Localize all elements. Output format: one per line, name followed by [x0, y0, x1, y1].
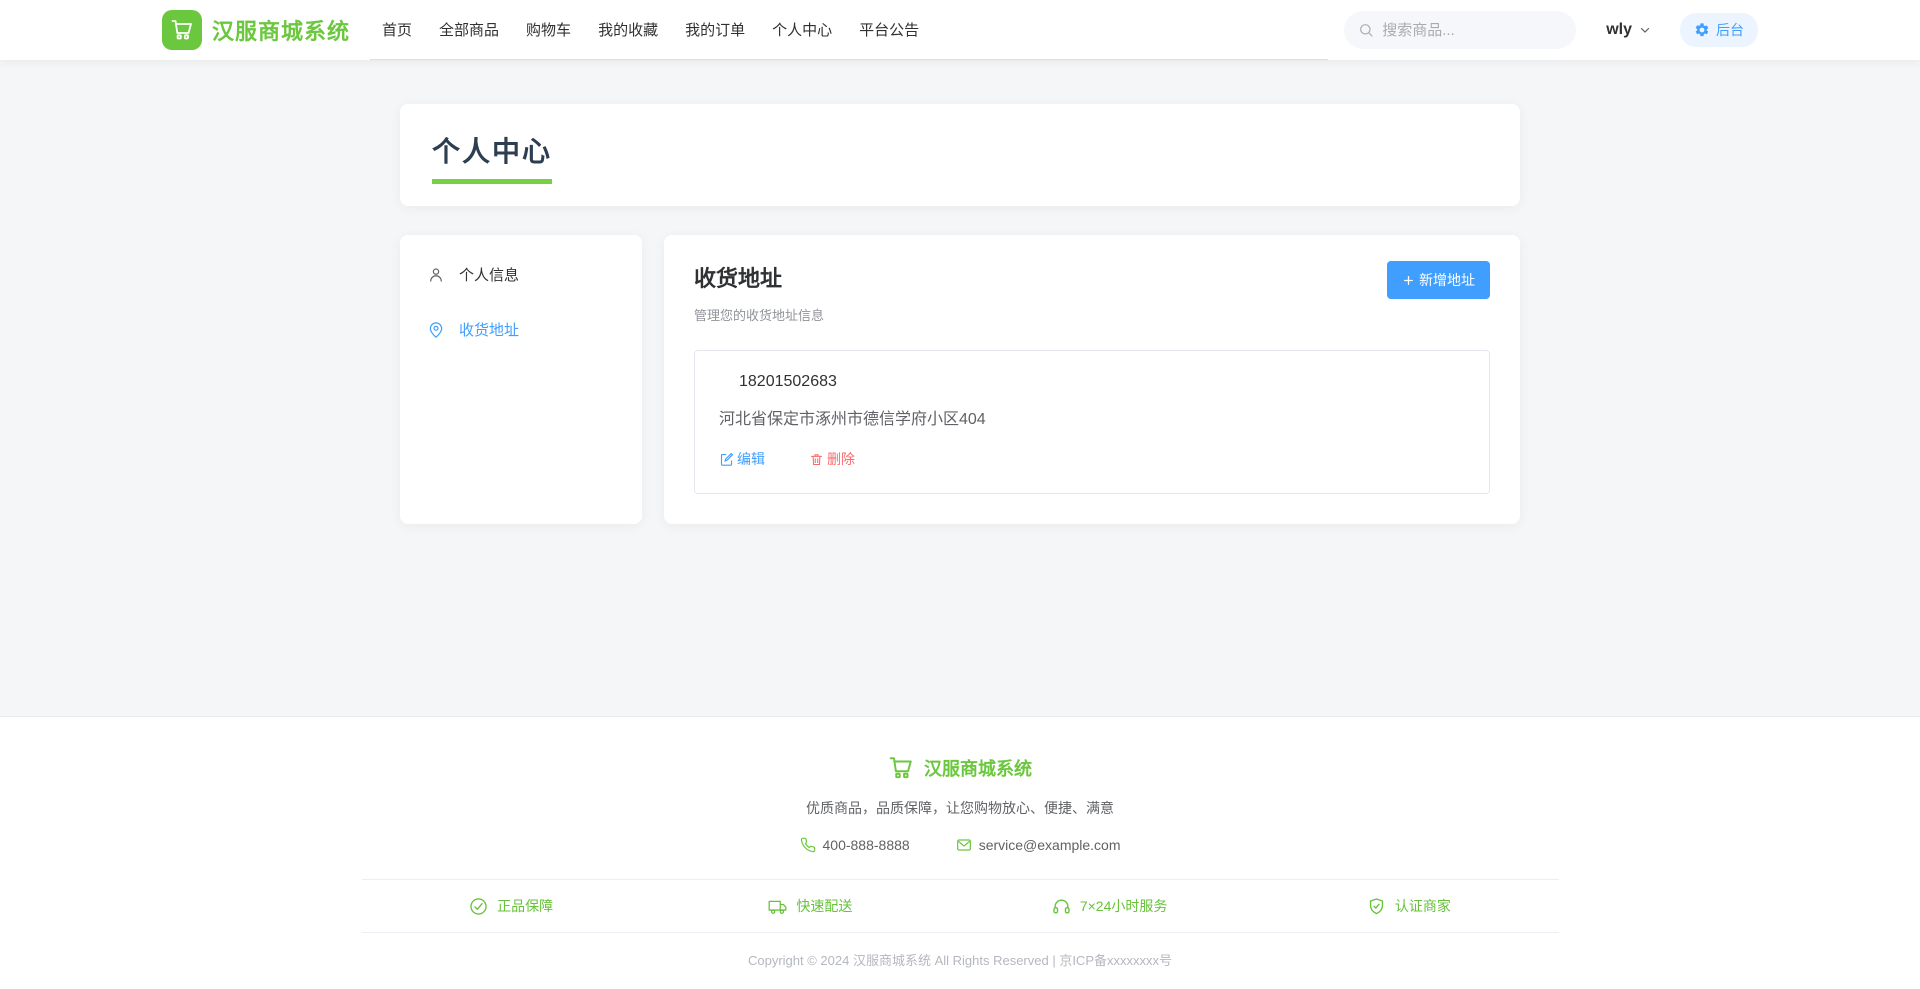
page-title: 个人中心 — [432, 130, 553, 184]
footer-email: service@example.com — [956, 837, 1121, 853]
nav-item-announcements[interactable]: 平台公告 — [859, 19, 919, 40]
profile-sidebar: 个人信息 收货地址 — [400, 235, 642, 524]
admin-button-label: 后台 — [1716, 22, 1744, 38]
delete-address-button[interactable]: 删除 — [809, 449, 855, 469]
user-icon — [430, 267, 442, 282]
location-icon — [429, 321, 443, 338]
feature-authentic: 正品保障 — [362, 896, 661, 916]
feature-label: 快速配送 — [796, 898, 853, 914]
nav-item-profile[interactable]: 个人中心 — [772, 19, 832, 40]
check-circle-icon — [470, 897, 487, 915]
address-card: 18201502683 河北省保定市涿州市德信学府小区404 编辑 删除 — [694, 350, 1490, 494]
sidebar-item-personal-info[interactable]: 个人信息 — [400, 247, 642, 302]
plus-icon — [1404, 275, 1413, 285]
footer-tagline: 优质商品，品质保障，让您购物放心、便捷、满意 — [806, 800, 1114, 816]
footer-inner: 汉服商城系统 优质商品，品质保障，让您购物放心、便捷、满意 400-888-88… — [361, 717, 1559, 989]
nav-item-cart[interactable]: 购物车 — [526, 19, 571, 40]
address-actions: 编辑 删除 — [719, 449, 1465, 469]
feature-label: 正品保障 — [497, 898, 554, 914]
search-icon — [1360, 24, 1373, 37]
brand-title: 汉服商城系统 — [212, 19, 351, 44]
page-body: 个人中心 个人信息 收货地址 收货地址 管理您的收货地址信息 新增地址 1820… — [0, 60, 1920, 716]
footer-email-address: service@example.com — [978, 837, 1121, 853]
copyright-text: Copyright © 2024 汉服商城系统 All Rights Reser… — [747, 953, 1172, 968]
footer-brand-title: 汉服商城系统 — [924, 759, 1032, 779]
feature-label: 7×24小时服务 — [1079, 898, 1168, 914]
sidebar-item-label: 个人信息 — [459, 267, 520, 284]
feature-fast-delivery: 快速配送 — [661, 896, 960, 916]
admin-backend-button[interactable]: 后台 — [1680, 13, 1758, 47]
nav-item-favorites[interactable]: 我的收藏 — [598, 19, 658, 40]
nav-item-orders[interactable]: 我的订单 — [685, 19, 745, 40]
edit-label: 编辑 — [737, 451, 765, 467]
footer-features: 正品保障 快速配送 7×24小时服务 认证商家 — [362, 880, 1559, 932]
sidebar-item-shipping-address[interactable]: 收货地址 — [400, 302, 642, 357]
address-text: 河北省保定市涿州市德信学府小区404 — [719, 411, 986, 428]
address-panel-header: 收货地址 管理您的收货地址信息 新增地址 — [694, 261, 1490, 324]
add-address-button[interactable]: 新增地址 — [1387, 261, 1490, 299]
footer-phone: 400-888-8888 — [800, 837, 910, 853]
mail-icon — [956, 839, 971, 851]
address-section-title: 收货地址 — [694, 266, 783, 291]
address-panel-titles: 收货地址 管理您的收货地址信息 — [694, 261, 824, 324]
search-input[interactable] — [1382, 21, 1563, 39]
cart-icon — [889, 757, 912, 779]
footer-phone-number: 400-888-8888 — [822, 837, 910, 853]
delete-label: 删除 — [827, 451, 855, 467]
truck-icon — [768, 900, 787, 914]
chevron-down-icon — [1640, 27, 1650, 33]
footer-contact-row: 400-888-8888 service@example.com — [362, 837, 1559, 853]
trash-icon — [810, 453, 823, 465]
phone-icon — [800, 837, 815, 853]
edit-icon — [720, 452, 733, 466]
cart-logo-icon — [162, 10, 202, 50]
page-title-card: 个人中心 — [400, 104, 1520, 206]
main-container: 个人中心 个人信息 收货地址 收货地址 管理您的收货地址信息 新增地址 1820… — [400, 104, 1520, 524]
page-footer: 汉服商城系统 优质商品，品质保障，让您购物放心、便捷、满意 400-888-88… — [0, 716, 1920, 989]
address-section-subtitle: 管理您的收货地址信息 — [694, 308, 825, 323]
feature-service-hours: 7×24小时服务 — [960, 896, 1259, 916]
nav-item-home[interactable]: 首页 — [382, 19, 412, 40]
navbar-inner: 汉服商城系统 首页 全部商品 购物车 我的收藏 我的订单 个人中心 平台公告 w… — [0, 0, 1920, 60]
certified-merchant-icon — [1369, 897, 1383, 914]
feature-certified-merchant: 认证商家 — [1259, 896, 1558, 916]
user-dropdown-trigger[interactable]: wly — [1606, 21, 1652, 39]
main-nav: 首页 全部商品 购物车 我的收藏 我的订单 个人中心 平台公告 — [370, 0, 1329, 60]
add-address-label: 新增地址 — [1419, 272, 1475, 288]
content-row: 个人信息 收货地址 收货地址 管理您的收货地址信息 新增地址 182015026… — [400, 235, 1520, 524]
sidebar-item-label: 收货地址 — [459, 322, 520, 339]
search-box — [1344, 11, 1577, 49]
top-navbar: 汉服商城系统 首页 全部商品 购物车 我的收藏 我的订单 个人中心 平台公告 w… — [0, 0, 1920, 60]
brand-logo[interactable]: 汉服商城系统 — [162, 10, 350, 50]
footer-brand: 汉服商城系统 — [362, 755, 1559, 781]
address-panel: 收货地址 管理您的收货地址信息 新增地址 18201502683 河北省保定市涿… — [664, 235, 1520, 524]
feature-label: 认证商家 — [1394, 898, 1451, 914]
gear-icon — [1695, 23, 1709, 37]
edit-address-button[interactable]: 编辑 — [719, 449, 765, 469]
nav-item-all-products[interactable]: 全部商品 — [439, 19, 499, 40]
username: wly — [1606, 21, 1632, 38]
headset-icon — [1053, 899, 1070, 914]
address-phone: 18201502683 — [739, 373, 837, 390]
